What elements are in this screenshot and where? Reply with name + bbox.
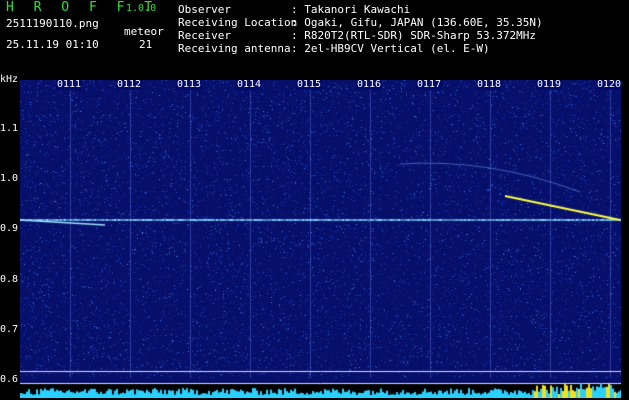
location-label: Receiving Location [178, 16, 298, 29]
file-name: 2511190110.png [6, 17, 99, 30]
receiver-value: : R820T2(RTL-SDR) SDR-Sharp 53.372MHz [291, 29, 537, 42]
observer-value: : Takanori Kawachi [291, 3, 411, 16]
y-tick-label: 0.7 [0, 324, 19, 335]
app-version: 1.0.0 [126, 3, 157, 14]
y-tick-label: 1.1 [0, 123, 19, 134]
location-value: : Ogaki, Gifu, JAPAN (136.60E, 35.35N) [291, 16, 543, 29]
time-label: 0115 [296, 79, 323, 90]
time-label: 0114 [236, 79, 263, 90]
antenna-label: Receiving antenna [178, 42, 291, 55]
time-label: 0111 [56, 79, 83, 90]
y-tick-label: 0.8 [0, 274, 19, 285]
time-label: 0112 [116, 79, 143, 90]
time-label: 0120 [596, 79, 623, 90]
unit-label: kHz [0, 74, 19, 85]
time-label: 0119 [536, 79, 563, 90]
spectrogram-canvas [20, 80, 621, 398]
y-tick-label: 0.9 [0, 223, 19, 234]
time-label: 0113 [176, 79, 203, 90]
meteor-label: meteor [124, 25, 164, 38]
date-time: 25.11.19 01:10 [6, 38, 99, 51]
receiver-label: Receiver [178, 29, 231, 42]
meteor-count: 21 [139, 38, 153, 51]
time-label: 0117 [416, 79, 443, 90]
time-label: 0118 [476, 79, 503, 90]
y-tick-label: 0.6 [0, 374, 19, 385]
antenna-value: : 2el-HB9CV Vertical (el. E-W) [291, 42, 490, 55]
observer-label: Observer [178, 3, 231, 16]
time-label: 0116 [356, 79, 383, 90]
y-tick-label: 1.0 [0, 173, 19, 184]
